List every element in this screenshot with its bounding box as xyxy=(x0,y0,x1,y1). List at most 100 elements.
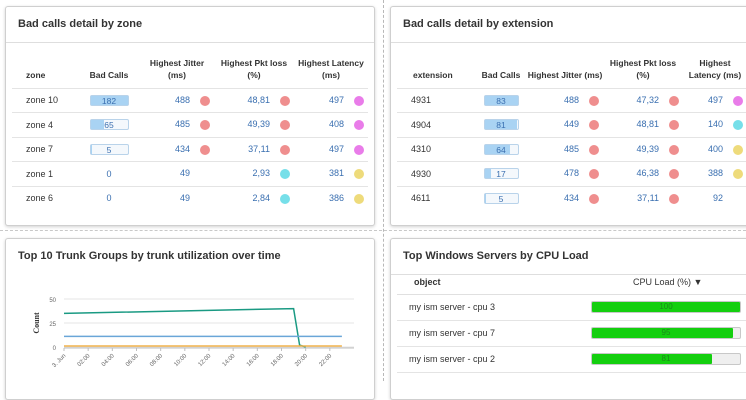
table-row[interactable]: zone 7 5 434 37,11 497 xyxy=(12,136,368,162)
bad-calls-value: 83 xyxy=(496,95,506,106)
col-header-cpu-load[interactable]: CPU Load (%) ▼ xyxy=(633,277,702,287)
col-header-jitter[interactable]: Highest Jitter (ms) xyxy=(527,54,603,88)
trunk-utilization-chart: 0 25 50 Count 3. Jun 02:00 04:00 06:00 08:00 10:0… xyxy=(32,298,354,369)
col-header-pkt-loss[interactable]: Highest Pkt loss (%) xyxy=(214,54,294,88)
row-name: zone 7 xyxy=(26,144,54,155)
status-dot-icon xyxy=(589,144,599,155)
server-name: my ism server - cpu 3 xyxy=(409,302,496,312)
col-header-bad-calls[interactable]: Bad Calls xyxy=(78,54,140,88)
y-tick-label: 0 xyxy=(53,346,57,352)
col-header-latency[interactable]: Highest Latency (ms) xyxy=(294,54,368,88)
latency-value: 386 xyxy=(328,192,344,203)
latency-value: 400 xyxy=(707,143,723,154)
table-row[interactable]: 4930 17 478 46,38 388 xyxy=(397,161,746,186)
status-dot-icon xyxy=(733,95,743,106)
latency-value: 140 xyxy=(707,119,723,130)
extension-table: extension Bad Calls Highest Jitter (ms) … xyxy=(397,54,746,210)
status-dot-icon xyxy=(280,120,290,131)
bad-calls-bar: 5 xyxy=(89,143,129,155)
table-row[interactable]: my ism server - cpu 3 100 xyxy=(397,295,746,321)
latency-value: 408 xyxy=(328,119,344,130)
table-row[interactable]: zone 4 65 485 49,39 408 xyxy=(12,112,368,137)
col-header-zone[interactable]: zone xyxy=(12,54,78,88)
latency-value: 92 xyxy=(712,192,723,203)
col-header-jitter[interactable]: Highest Jitter (ms) xyxy=(140,54,214,88)
bad-calls-bar: 81 xyxy=(483,119,519,131)
col-header-bad-calls[interactable]: Bad Calls xyxy=(475,54,527,88)
pkt-loss-value: 47,32 xyxy=(636,94,659,105)
bad-calls-bar: 64 xyxy=(483,143,519,155)
bad-calls-value: 5 xyxy=(106,144,112,155)
series-line-1 xyxy=(63,307,306,348)
table-row[interactable]: 4611 5 434 37,11 92 xyxy=(397,185,746,210)
table-row[interactable]: 4310 64 485 49,39 400 xyxy=(397,136,746,162)
row-name: 4310 xyxy=(411,144,432,155)
table-row[interactable]: zone 6 0 49 2,84 386 xyxy=(12,185,368,210)
cpu-load-value: 95 xyxy=(661,328,671,337)
status-dot-icon xyxy=(200,95,210,106)
row-name: zone 1 xyxy=(26,168,54,179)
status-dot-icon xyxy=(589,95,599,106)
x-tick-label: 08:00 xyxy=(149,353,164,368)
table-row[interactable]: zone 10 182 488 48,81 497 xyxy=(12,87,368,113)
table-row[interactable]: my ism server - cpu 2 81 xyxy=(397,347,746,373)
row-name: zone 10 xyxy=(26,95,59,106)
latency-value: 388 xyxy=(707,168,723,179)
col-header-pkt-loss[interactable]: Highest Pkt loss (%) xyxy=(603,54,683,88)
jitter-value: 488 xyxy=(174,94,190,105)
zone-table: zone Bad Calls Highest Jitter (ms) Highe… xyxy=(12,54,368,210)
pkt-loss-value: 2,84 xyxy=(252,192,270,203)
row-name: zone 4 xyxy=(26,119,54,130)
bad-calls-value: 65 xyxy=(104,120,114,131)
pkt-loss-value: 49,39 xyxy=(636,143,659,154)
x-tick-label: 18:00 xyxy=(270,353,285,368)
col-header-object[interactable]: object xyxy=(414,277,441,287)
x-tick-label: 14:00 xyxy=(222,353,237,368)
table-row[interactable]: zone 1 0 49 2,93 381 xyxy=(12,161,368,186)
pkt-loss-value: 37,11 xyxy=(248,143,270,154)
row-name: zone 6 xyxy=(26,193,54,204)
x-tick-label: 20:00 xyxy=(294,353,309,368)
status-dot-icon xyxy=(669,95,679,106)
x-tick-label: 04:00 xyxy=(101,353,116,368)
row-name: 4904 xyxy=(411,119,432,130)
panel-title: Bad calls detail by zone xyxy=(18,18,143,30)
row-divider xyxy=(0,230,746,231)
row-name: 4930 xyxy=(411,168,432,179)
pkt-loss-value: 46,38 xyxy=(636,168,659,179)
status-dot-icon xyxy=(354,144,364,155)
pkt-loss-value: 49,39 xyxy=(247,119,270,130)
x-tick-label: 3. Jun xyxy=(52,353,68,369)
x-tick-label: 22:00 xyxy=(318,353,333,368)
bad-calls-extension-panel: Bad calls detail by extension extension … xyxy=(390,6,746,226)
pkt-loss-value: 48,81 xyxy=(636,119,659,130)
panel-title: Bad calls detail by extension xyxy=(403,18,554,30)
x-tick-label: 06:00 xyxy=(125,353,140,368)
status-dot-icon xyxy=(733,120,743,131)
status-dot-icon xyxy=(589,169,599,180)
col-header-latency[interactable]: Highest Latency (ms) xyxy=(683,54,746,88)
bad-calls-bar: 17 xyxy=(483,168,519,180)
table-row[interactable]: 4904 81 449 48,81 140 xyxy=(397,112,746,137)
row-name: 4611 xyxy=(411,193,431,204)
status-dot-icon xyxy=(280,144,290,155)
x-tick-label: 16:00 xyxy=(246,353,261,368)
row-name: 4931 xyxy=(411,95,432,106)
status-dot-icon xyxy=(589,120,599,131)
panel-title-rule xyxy=(391,42,746,43)
x-tick-label: 12:00 xyxy=(198,353,213,368)
jitter-value: 478 xyxy=(563,168,579,179)
pkt-loss-value: 48,81 xyxy=(247,94,270,105)
col-header-extension[interactable]: extension xyxy=(397,54,475,88)
trunk-groups-panel: Top 10 Trunk Groups by trunk utilization… xyxy=(5,238,375,400)
table-row[interactable]: 4931 83 488 47,32 497 xyxy=(397,87,746,113)
cpu-load-bar: 81 xyxy=(591,353,741,365)
y-tick-label: 50 xyxy=(49,298,56,304)
panel-title-rule xyxy=(6,42,374,43)
latency-value: 497 xyxy=(328,143,344,154)
status-dot-icon xyxy=(200,144,210,155)
table-row[interactable]: my ism server - cpu 7 95 xyxy=(397,321,746,347)
cpu-rows: my ism server - cpu 3 100 my ism server - … xyxy=(397,295,746,373)
status-dot-icon xyxy=(280,169,290,180)
status-dot-icon xyxy=(669,193,679,204)
